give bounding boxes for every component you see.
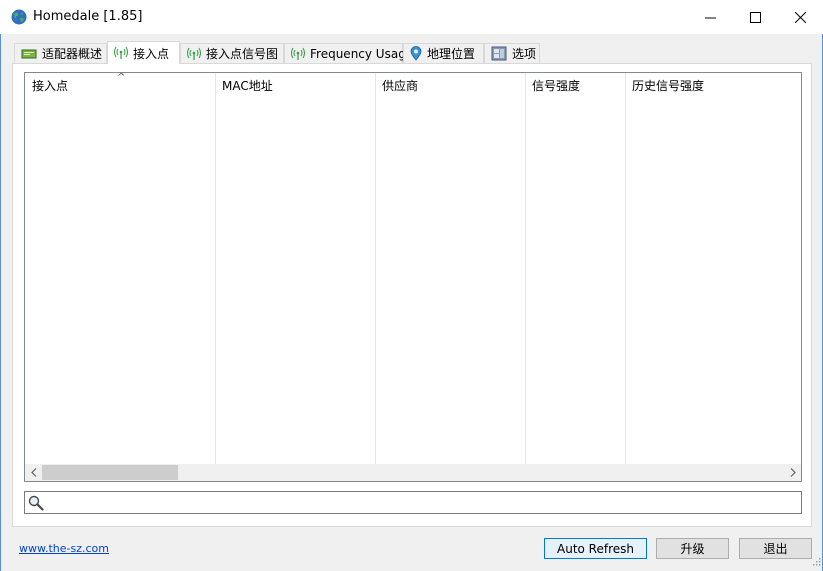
exit-button[interactable]: 退出	[739, 538, 812, 559]
close-button[interactable]	[777, 0, 823, 34]
chevron-right-icon	[790, 468, 796, 477]
column-header-mac-address[interactable]: MAC地址	[215, 73, 375, 98]
window-title: Homedale [1.85]	[33, 9, 143, 24]
column-header-vendor[interactable]: 供应商	[375, 73, 525, 98]
column-label: 信号强度	[532, 79, 581, 93]
search-icon	[28, 495, 44, 514]
tab-frequency-usage[interactable]: Frequency Usage	[284, 43, 413, 63]
tab-label: 接入点信号图	[206, 47, 279, 61]
tab-access-point-signal-graph[interactable]: 接入点信号图	[180, 43, 284, 63]
button-label: Auto Refresh	[557, 541, 634, 556]
horizontal-scrollbar[interactable]	[25, 464, 801, 481]
button-label: 退出	[763, 542, 788, 556]
scroll-left-button[interactable]	[25, 464, 42, 481]
column-label: 接入点	[32, 79, 69, 93]
scrollbar-thumb[interactable]	[42, 465, 178, 480]
maximize-button[interactable]	[732, 0, 778, 34]
column-header-signal-history[interactable]: 历史信号强度	[625, 73, 801, 98]
globe-icon	[11, 9, 27, 25]
column-label: 历史信号强度	[632, 79, 705, 93]
tab-options[interactable]: 选项	[484, 43, 540, 63]
column-header-signal-strength[interactable]: 信号强度	[525, 73, 625, 98]
close-icon	[794, 11, 806, 23]
tab-access-points[interactable]: 接入点	[107, 41, 180, 64]
maximize-icon	[749, 11, 761, 23]
filter-box[interactable]	[24, 491, 802, 514]
resize-grip-icon[interactable]	[811, 555, 821, 569]
column-divider	[625, 73, 626, 466]
column-label: 供应商	[382, 79, 419, 93]
column-header-access-point[interactable]: 接入点	[25, 73, 215, 98]
column-divider	[215, 73, 216, 466]
options-icon	[491, 46, 507, 61]
search-input[interactable]	[47, 493, 797, 512]
tab-label: 地理位置	[427, 47, 476, 61]
tab-label: 选项	[512, 47, 537, 61]
button-label: 升级	[680, 542, 705, 556]
title-bar[interactable]: Homedale [1.85]	[0, 0, 823, 34]
tab-label: 接入点	[133, 46, 170, 61]
column-divider	[525, 73, 526, 466]
chevron-left-icon	[30, 468, 36, 477]
tab-label: 适配器概述	[42, 47, 103, 61]
tab-adapter-overview[interactable]: 适配器概述	[14, 43, 107, 63]
tab-geo-location[interactable]: 地理位置	[403, 43, 484, 63]
upgrade-button[interactable]: 升级	[656, 538, 729, 559]
antenna-icon	[291, 47, 305, 60]
adapter-icon	[21, 49, 37, 58]
window-border-left	[0, 0, 1, 571]
antenna-icon	[114, 46, 128, 59]
minimize-button[interactable]	[687, 0, 733, 34]
scroll-right-button[interactable]	[784, 464, 801, 481]
location-pin-icon	[410, 46, 422, 61]
antenna-icon	[187, 47, 201, 60]
auto-refresh-button[interactable]: Auto Refresh	[544, 538, 647, 559]
tab-label: Frequency Usage	[310, 46, 414, 61]
column-divider	[375, 73, 376, 466]
access-point-list[interactable]: ^ 接入点 MAC地址 供应商 信号强度 历史信号强度	[24, 72, 802, 482]
website-link[interactable]: www.the-sz.com	[19, 542, 109, 555]
minimize-icon	[704, 17, 716, 18]
column-label: MAC地址	[222, 79, 273, 93]
